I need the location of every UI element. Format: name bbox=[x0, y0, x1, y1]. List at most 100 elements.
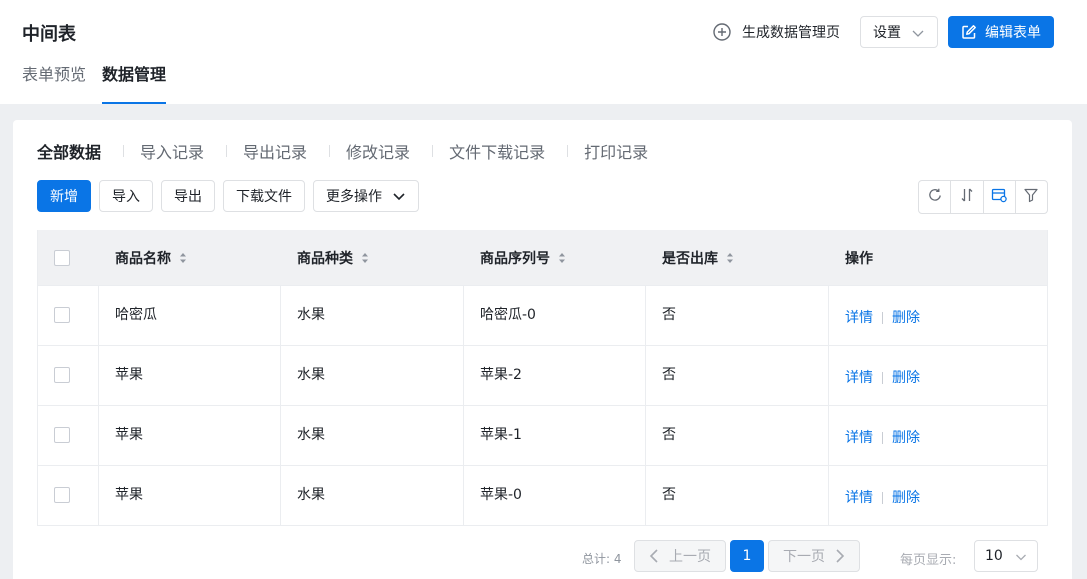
next-page-label: 下一页 bbox=[783, 549, 825, 565]
more-actions-button[interactable]: 更多操作 bbox=[313, 180, 419, 212]
delete-link[interactable]: 删除 bbox=[892, 487, 920, 507]
cell-name: 苹果 bbox=[99, 346, 281, 405]
delete-link[interactable]: 删除 bbox=[892, 307, 920, 327]
prev-page-label: 上一页 bbox=[669, 549, 711, 565]
page-title: 中间表 bbox=[22, 24, 76, 45]
total-count: 总计: 4 bbox=[582, 552, 622, 566]
column-settings-icon bbox=[991, 187, 1007, 207]
delete-link[interactable]: 删除 bbox=[892, 367, 920, 387]
chevron-down-icon bbox=[392, 189, 406, 203]
sort-arrows-icon[interactable] bbox=[361, 252, 369, 264]
chevron-down-icon bbox=[911, 26, 925, 44]
column-header-name[interactable]: 商品名称 bbox=[99, 248, 281, 268]
import-button[interactable]: 导入 bbox=[99, 180, 153, 212]
tab-form-preview[interactable]: 表单预览 bbox=[22, 64, 86, 104]
prev-page-button[interactable]: 上一页 bbox=[634, 540, 726, 572]
column-header-serial[interactable]: 商品序列号 bbox=[464, 248, 646, 268]
refresh-icon bbox=[927, 187, 943, 207]
more-actions-label: 更多操作 bbox=[326, 189, 382, 205]
settings-label: 设置 bbox=[873, 25, 901, 41]
table-header: 商品名称 商品种类 商品序列号 是否出库 操作 bbox=[38, 230, 1047, 285]
sort-arrows-icon[interactable] bbox=[179, 252, 187, 264]
tab-data-management[interactable]: 数据管理 bbox=[102, 64, 167, 104]
tab-all-data[interactable]: 全部数据 bbox=[37, 139, 101, 163]
cell-out: 否 bbox=[646, 286, 829, 345]
row-checkbox[interactable] bbox=[54, 487, 70, 503]
divider bbox=[882, 312, 883, 324]
cell-out: 否 bbox=[646, 346, 829, 405]
row-select-cell bbox=[38, 466, 99, 525]
divider bbox=[567, 145, 569, 157]
detail-link[interactable]: 详情 bbox=[845, 487, 873, 507]
table-row: 苹果 水果 苹果-0 否 详情 删除 bbox=[38, 465, 1047, 525]
settings-dropdown[interactable]: 设置 bbox=[860, 16, 938, 48]
cell-serial: 苹果-1 bbox=[464, 406, 646, 465]
cell-out: 否 bbox=[646, 406, 829, 465]
edit-form-label: 编辑表单 bbox=[985, 25, 1041, 41]
divider bbox=[882, 372, 883, 384]
cell-actions: 详情 删除 bbox=[829, 286, 1047, 345]
column-label: 是否出库 bbox=[662, 250, 718, 267]
per-page-select[interactable]: 10 bbox=[974, 540, 1038, 572]
per-page-label: 每页显示: bbox=[900, 553, 957, 568]
filter-icon bbox=[1023, 187, 1039, 207]
detail-link[interactable]: 详情 bbox=[845, 367, 873, 387]
record-tabs: 全部数据 导入记录 导出记录 修改记录 文件下载记录 打印记录 bbox=[37, 140, 648, 162]
cell-out: 否 bbox=[646, 466, 829, 525]
detail-link[interactable]: 详情 bbox=[845, 427, 873, 447]
delete-link[interactable]: 删除 bbox=[892, 427, 920, 447]
row-checkbox[interactable] bbox=[54, 367, 70, 383]
cell-type: 水果 bbox=[281, 466, 464, 525]
tab-print-records[interactable]: 打印记录 bbox=[584, 139, 648, 163]
cell-type: 水果 bbox=[281, 286, 464, 345]
page-number-current[interactable]: 1 bbox=[730, 540, 764, 572]
tab-download-records[interactable]: 文件下载记录 bbox=[449, 139, 545, 163]
refresh-button[interactable] bbox=[919, 181, 952, 213]
sort-button[interactable] bbox=[951, 181, 984, 213]
divider bbox=[329, 145, 331, 157]
column-header-out[interactable]: 是否出库 bbox=[646, 248, 829, 268]
action-toolbar: 新增 导入 导出 下载文件 更多操作 bbox=[37, 180, 427, 212]
pagination: 总计: 4 上一页 1 下一页 每页显示: 10 bbox=[13, 540, 1072, 574]
cell-serial: 哈密瓜-0 bbox=[464, 286, 646, 345]
sort-icon bbox=[959, 187, 975, 207]
column-label: 商品种类 bbox=[297, 250, 353, 267]
divider bbox=[432, 145, 434, 157]
tab-modify-records[interactable]: 修改记录 bbox=[346, 139, 410, 163]
cell-name: 哈密瓜 bbox=[99, 286, 281, 345]
row-checkbox[interactable] bbox=[54, 307, 70, 323]
column-settings-button[interactable] bbox=[984, 181, 1016, 213]
row-select-cell bbox=[38, 406, 99, 465]
column-label: 商品名称 bbox=[115, 250, 171, 267]
sort-arrows-icon[interactable] bbox=[726, 252, 734, 264]
cell-type: 水果 bbox=[281, 406, 464, 465]
tab-export-records[interactable]: 导出记录 bbox=[243, 139, 307, 163]
edit-form-button[interactable]: 编辑表单 bbox=[948, 16, 1054, 48]
download-files-button[interactable]: 下载文件 bbox=[223, 180, 305, 212]
table-row: 苹果 水果 苹果-2 否 详情 删除 bbox=[38, 345, 1047, 405]
sort-arrows-icon[interactable] bbox=[558, 252, 566, 264]
detail-link[interactable]: 详情 bbox=[845, 307, 873, 327]
column-header-actions: 操作 bbox=[829, 248, 1047, 268]
tab-import-records[interactable]: 导入记录 bbox=[140, 139, 204, 163]
next-page-button[interactable]: 下一页 bbox=[768, 540, 860, 572]
cell-type: 水果 bbox=[281, 346, 464, 405]
table-tools bbox=[918, 180, 1048, 214]
generate-page-label: 生成数据管理页 bbox=[742, 25, 840, 41]
per-page-value: 10 bbox=[985, 548, 1003, 564]
row-select-cell bbox=[38, 286, 99, 345]
filter-button[interactable] bbox=[1016, 181, 1047, 213]
select-all-checkbox[interactable] bbox=[54, 249, 70, 266]
column-header-type[interactable]: 商品种类 bbox=[281, 248, 464, 268]
generate-page-button[interactable]: 生成数据管理页 bbox=[712, 20, 840, 44]
chevron-down-icon bbox=[1015, 551, 1027, 567]
cell-actions: 详情 删除 bbox=[829, 346, 1047, 405]
row-checkbox[interactable] bbox=[54, 427, 70, 443]
add-button[interactable]: 新增 bbox=[37, 180, 91, 212]
cell-actions: 详情 删除 bbox=[829, 406, 1047, 465]
chevron-left-icon bbox=[649, 549, 659, 563]
select-all-cell bbox=[38, 249, 99, 266]
export-button[interactable]: 导出 bbox=[161, 180, 215, 212]
divider bbox=[123, 145, 125, 157]
data-table: 商品名称 商品种类 商品序列号 是否出库 操作 哈密瓜 水果 哈密瓜-0 否 详… bbox=[37, 230, 1048, 526]
